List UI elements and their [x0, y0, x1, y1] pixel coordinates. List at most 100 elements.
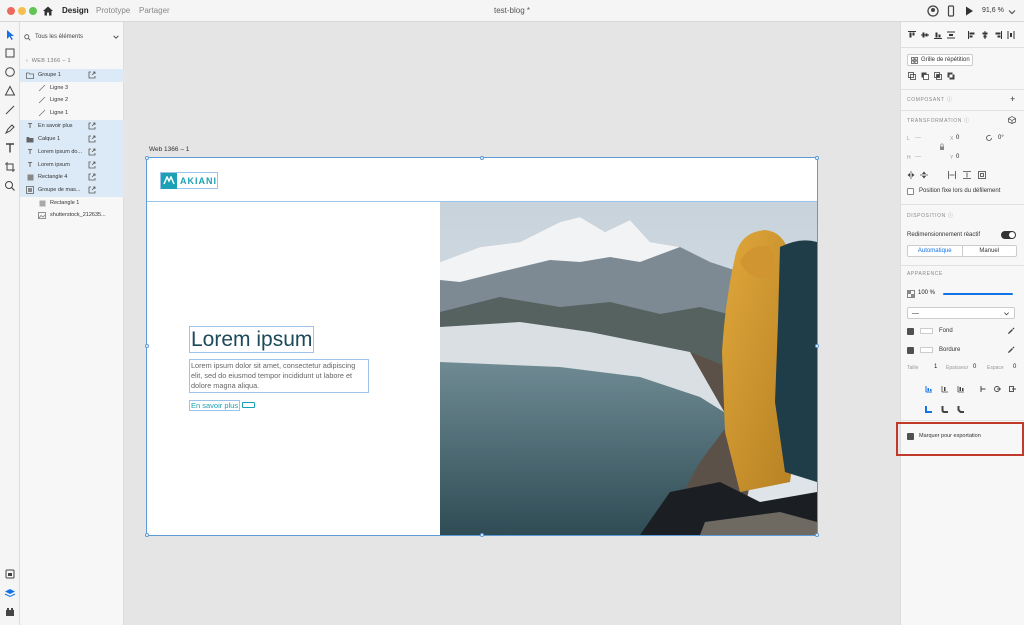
join-miter-icon[interactable]	[925, 405, 933, 413]
play-icon[interactable]	[963, 5, 975, 17]
align-left-icon[interactable]	[968, 31, 976, 39]
blend-mode-select[interactable]: —	[907, 307, 1015, 319]
join-bevel-icon[interactable]	[957, 405, 965, 413]
resize-handle-bottom-right[interactable]	[815, 533, 819, 537]
layer-item-rectangle-4[interactable]: Rectangle 4	[20, 171, 124, 184]
flip-vertical-icon[interactable]	[920, 171, 928, 179]
join-round-icon[interactable]	[941, 405, 949, 413]
artboard[interactable]: AKIANI Lorem ipsum Lorem ipsum dolor sit…	[145, 156, 819, 537]
logo[interactable]: AKIANI	[160, 172, 218, 189]
chevron-down-icon[interactable]	[1006, 6, 1018, 18]
design-canvas[interactable]: Web 1366 – 1 AKIANI Lorem ipsum Lorem ip…	[124, 22, 900, 625]
border-checkbox[interactable]	[907, 347, 914, 354]
resize-mode-auto[interactable]: Automatique	[908, 246, 963, 256]
layer-item-en-savoir-plus[interactable]: T En savoir plus	[20, 120, 124, 133]
layer-item-mask-group[interactable]: Groupe de mas...	[20, 184, 124, 197]
stroke-inner-icon[interactable]	[925, 385, 933, 393]
external-link-icon[interactable]	[88, 71, 96, 79]
resize-handle-left[interactable]	[145, 344, 149, 348]
hero-title[interactable]: Lorem ipsum	[189, 326, 315, 353]
zoom-tool-icon[interactable]	[4, 180, 16, 192]
external-link-icon[interactable]	[88, 135, 96, 143]
cap-round-icon[interactable]	[993, 385, 1001, 393]
arrow-icon[interactable]	[242, 402, 255, 408]
external-link-icon[interactable]	[88, 161, 96, 169]
fixed-position-checkbox[interactable]	[907, 188, 914, 195]
distribute-vertical-icon[interactable]	[947, 31, 955, 39]
dash-value[interactable]: 0	[973, 364, 976, 370]
fill-checkbox[interactable]	[907, 328, 914, 335]
add-component-icon[interactable]: +	[1010, 94, 1015, 104]
fit-width-icon[interactable]	[948, 171, 956, 179]
cta-link[interactable]: En savoir plus	[189, 400, 241, 411]
height-value[interactable]: —	[915, 154, 921, 160]
eyedropper-icon[interactable]	[1007, 327, 1015, 335]
layers-search[interactable]: Tous les éléments	[24, 30, 120, 44]
align-center-icon[interactable]	[981, 31, 989, 39]
responsive-resize-toggle[interactable]	[1001, 231, 1016, 239]
layer-item-ligne-3[interactable]: Ligne 3	[20, 82, 124, 95]
text-tool-icon[interactable]	[4, 142, 16, 154]
layer-item-ligne-1[interactable]: Ligne 1	[20, 107, 124, 120]
stroke-center-icon[interactable]	[941, 385, 949, 393]
breadcrumb[interactable]: ‹ WEB 1366 – 1	[26, 58, 71, 64]
resize-handle-top-left[interactable]	[145, 156, 149, 160]
lock-aspect-icon[interactable]	[938, 143, 946, 151]
info-icon[interactable]: ⓘ	[947, 96, 952, 103]
resize-handle-bottom-left[interactable]	[145, 533, 149, 537]
select-tool-icon[interactable]	[4, 29, 16, 41]
ellipse-tool-icon[interactable]	[4, 66, 16, 78]
layer-item-shutterstock-image[interactable]: shutterstock_212635...	[20, 209, 124, 222]
boolean-exclude-icon[interactable]	[947, 72, 955, 80]
pen-tool-icon[interactable]	[4, 123, 16, 135]
external-link-icon[interactable]	[88, 148, 96, 156]
cap-square-icon[interactable]	[1008, 385, 1016, 393]
plugins-icon[interactable]	[4, 606, 16, 618]
gap-value[interactable]: 0	[1013, 364, 1016, 370]
external-link-icon[interactable]	[88, 186, 96, 194]
assets-icon[interactable]	[4, 568, 16, 580]
distribute-horizontal-icon[interactable]	[1007, 31, 1015, 39]
artboard-label[interactable]: Web 1366 – 1	[149, 146, 189, 153]
cap-butt-icon[interactable]	[978, 385, 986, 393]
layer-item-rectangle-1[interactable]: Rectangle 1	[20, 197, 124, 210]
chevron-down-icon[interactable]	[112, 33, 120, 41]
boolean-intersect-icon[interactable]	[934, 72, 942, 80]
hero-photo[interactable]	[440, 202, 817, 535]
mobile-preview-icon[interactable]	[945, 5, 957, 17]
stroke-outer-icon[interactable]	[957, 385, 965, 393]
align-top-icon[interactable]	[908, 31, 916, 39]
boolean-add-icon[interactable]	[908, 72, 916, 80]
align-right-icon[interactable]	[994, 31, 1002, 39]
zoom-level[interactable]: 91,6 %	[982, 7, 1004, 14]
eyedropper-icon[interactable]	[1007, 346, 1015, 354]
fit-height-icon[interactable]	[963, 171, 971, 179]
info-icon[interactable]: ⓘ	[964, 117, 969, 124]
fill-swatch[interactable]	[920, 328, 933, 334]
artboard-tool-icon[interactable]	[4, 161, 16, 173]
fit-both-icon[interactable]	[978, 171, 986, 179]
border-swatch[interactable]	[920, 347, 933, 353]
layer-item-lorem-ipsum-title[interactable]: T Lorem ipsum	[20, 159, 124, 172]
info-icon[interactable]: ⓘ	[948, 212, 953, 219]
stroke-size-value[interactable]: 1	[934, 364, 937, 370]
width-value[interactable]: —	[915, 135, 921, 141]
resize-handle-top-right[interactable]	[815, 156, 819, 160]
user-icon[interactable]	[927, 5, 939, 17]
align-bottom-icon[interactable]	[934, 31, 942, 39]
resize-handle-bottom[interactable]	[480, 533, 484, 537]
opacity-value[interactable]: 100 %	[918, 290, 935, 296]
hero-description[interactable]: Lorem ipsum dolor sit amet, consectetur …	[189, 359, 369, 393]
polygon-tool-icon[interactable]	[4, 85, 16, 97]
external-link-icon[interactable]	[88, 122, 96, 130]
layers-icon[interactable]	[4, 587, 16, 599]
rotation-value[interactable]: 0°	[998, 135, 1004, 141]
line-tool-icon[interactable]	[4, 104, 16, 116]
flip-horizontal-icon[interactable]	[907, 171, 915, 179]
rotate-icon[interactable]	[985, 134, 993, 142]
rectangle-tool-icon[interactable]	[4, 47, 16, 59]
3d-transform-icon[interactable]	[1008, 116, 1016, 124]
repeat-grid-button[interactable]: Grille de répétition	[907, 54, 973, 66]
opacity-slider[interactable]	[943, 293, 1013, 295]
external-link-icon[interactable]	[88, 173, 96, 181]
